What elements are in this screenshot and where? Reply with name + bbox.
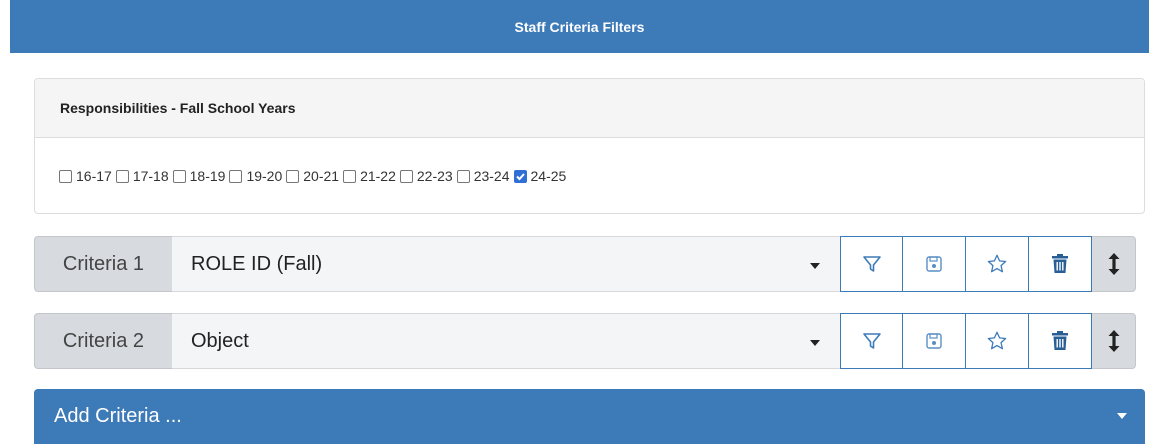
year-label: 21-22	[360, 168, 396, 184]
year-label: 16-17	[76, 168, 112, 184]
year-checkbox[interactable]	[399, 169, 413, 183]
year-label: 24-25	[530, 168, 567, 184]
vertical-arrows-icon	[1108, 253, 1119, 275]
school-year-checkbox-list: 16-17 17-18 18-19 19-20 20-21 21-22 22-2…	[35, 138, 1144, 214]
filter-icon	[862, 333, 881, 349]
year-label: 18-19	[189, 168, 226, 184]
year-option[interactable]: 22-23	[399, 168, 453, 184]
year-checkbox[interactable]	[172, 169, 186, 183]
year-checkbox-checked[interactable]	[513, 169, 527, 183]
delete-button[interactable]	[1029, 313, 1092, 369]
year-checkbox[interactable]	[456, 169, 470, 183]
chevron-down-icon	[810, 340, 820, 346]
criteria-row-2: Criteria 2 Object	[34, 313, 1145, 369]
criteria-select[interactable]: Object	[172, 313, 840, 369]
year-label: 19-20	[246, 168, 283, 184]
year-label: 20-21	[303, 168, 340, 184]
star-icon	[987, 331, 1007, 350]
year-label: 17-18	[132, 168, 169, 184]
year-label: 22-23	[416, 168, 453, 184]
year-checkbox[interactable]	[59, 169, 72, 183]
year-option[interactable]: 20-21	[286, 168, 339, 184]
star-icon	[987, 254, 1007, 273]
criteria-label: Criteria 1	[34, 236, 172, 292]
year-option[interactable]: 19-20	[229, 168, 282, 184]
header-title: Staff Criteria Filters	[514, 18, 645, 35]
save-button[interactable]	[903, 236, 966, 292]
favorite-button[interactable]	[966, 313, 1029, 369]
year-option[interactable]: 23-24	[456, 168, 510, 184]
add-criteria-label: Add Criteria ...	[54, 405, 182, 427]
save-icon	[926, 333, 942, 349]
filter-button[interactable]	[840, 236, 903, 292]
chevron-down-icon	[1117, 413, 1127, 419]
criteria-row-1: Criteria 1 ROLE ID (Fall)	[34, 236, 1145, 292]
criteria-select-value: Object	[191, 329, 249, 352]
criteria-select[interactable]: ROLE ID (Fall)	[172, 236, 840, 292]
year-option[interactable]: 24-25	[513, 168, 567, 184]
responsibilities-panel: Responsibilities - Fall School Years 16-…	[34, 78, 1145, 214]
trash-icon	[1052, 254, 1068, 273]
year-checkbox[interactable]	[343, 169, 357, 183]
delete-button[interactable]	[1029, 236, 1092, 292]
checkmark-icon	[515, 172, 525, 180]
year-label: 23-24	[473, 168, 510, 184]
year-option[interactable]: 18-19	[172, 168, 226, 184]
trash-icon	[1052, 331, 1068, 350]
year-checkbox[interactable]	[115, 169, 129, 183]
filter-button[interactable]	[840, 313, 903, 369]
vertical-arrows-icon	[1108, 330, 1119, 352]
criteria-filters-header: Staff Criteria Filters	[10, 0, 1149, 53]
responsibilities-title: Responsibilities - Fall School Years	[60, 100, 296, 116]
responsibilities-heading: Responsibilities - Fall School Years	[35, 79, 1144, 138]
chevron-down-icon	[810, 263, 820, 269]
year-option[interactable]: 21-22	[343, 168, 396, 184]
reorder-handle[interactable]	[1092, 313, 1136, 369]
favorite-button[interactable]	[966, 236, 1029, 292]
year-option[interactable]: 16-17	[59, 168, 112, 184]
save-button[interactable]	[903, 313, 966, 369]
add-criteria-dropdown[interactable]: Add Criteria ...	[34, 389, 1145, 444]
criteria-label: Criteria 2	[34, 313, 172, 369]
year-checkbox[interactable]	[286, 169, 300, 183]
reorder-handle[interactable]	[1092, 236, 1136, 292]
year-option[interactable]: 17-18	[115, 168, 169, 184]
year-checkbox[interactable]	[229, 169, 243, 183]
filter-icon	[862, 256, 881, 272]
criteria-select-value: ROLE ID (Fall)	[191, 252, 323, 275]
save-icon	[926, 256, 942, 272]
